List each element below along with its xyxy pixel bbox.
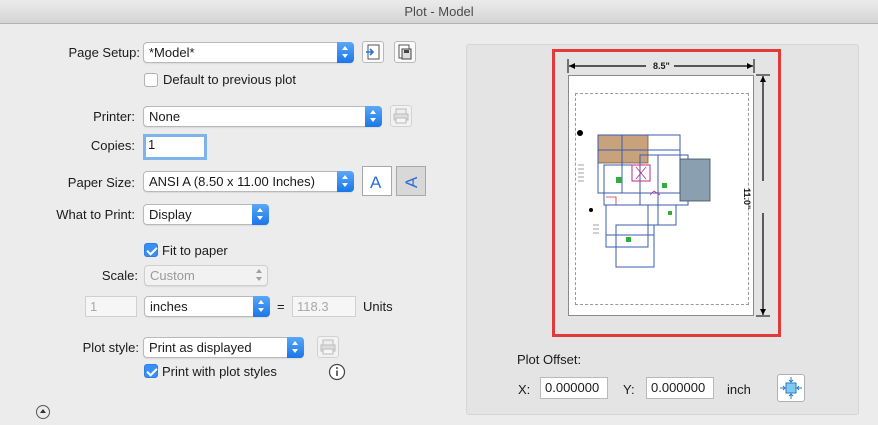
paper-size-value: ANSI A (8.50 x 11.00 Inches) xyxy=(149,174,315,189)
paper-size-select[interactable]: ANSI A (8.50 x 11.00 Inches) xyxy=(143,171,354,192)
what-to-print-select[interactable]: Display xyxy=(143,204,269,225)
floor-plan-drawing xyxy=(577,130,711,268)
offset-x-input[interactable]: 0.000000 xyxy=(540,377,608,399)
landscape-icon: A xyxy=(402,176,421,188)
info-icon[interactable] xyxy=(328,363,346,381)
printer-value: None xyxy=(149,109,181,124)
center-plot-button[interactable] xyxy=(777,374,805,402)
portrait-orientation-button[interactable]: A xyxy=(362,166,392,196)
page-setup-value: *Model* xyxy=(149,45,195,60)
scale-unit-value: inches xyxy=(150,299,188,314)
printer-icon xyxy=(393,108,409,124)
what-to-print-label: What to Print: xyxy=(56,207,135,222)
select-arrows-icon xyxy=(365,106,382,127)
scale-left-input[interactable]: 1 xyxy=(85,296,137,317)
height-dimension-line xyxy=(756,74,770,317)
what-to-print-value: Display xyxy=(149,207,192,222)
scale-right-input[interactable]: 118.3 xyxy=(292,296,356,317)
save-page-setup-button[interactable] xyxy=(394,41,416,63)
select-arrows-icon xyxy=(252,204,269,225)
width-dimension-label: 8.5" xyxy=(653,61,670,71)
plot-style-edit-button[interactable] xyxy=(317,336,339,358)
height-dimension-label: 11.0" xyxy=(742,188,752,210)
window-title: Plot - Model xyxy=(0,0,878,24)
select-arrows-icon xyxy=(287,337,304,358)
scale-units-label: Units xyxy=(363,299,393,314)
portrait-icon: A xyxy=(370,173,382,192)
fit-to-paper-label: Fit to paper xyxy=(162,243,228,258)
import-icon xyxy=(366,44,380,60)
scale-value: Custom xyxy=(150,268,195,283)
print-with-plot-styles-checkbox[interactable] xyxy=(144,364,158,378)
select-arrows-icon xyxy=(337,171,354,192)
landscape-orientation-button[interactable]: A xyxy=(396,166,426,196)
scale-equals-sign: = xyxy=(277,299,285,314)
offset-y-input[interactable]: 0.000000 xyxy=(646,377,714,399)
select-arrows-icon xyxy=(251,265,268,286)
default-previous-label: Default to previous plot xyxy=(163,72,296,87)
collapse-options-button[interactable] xyxy=(36,405,50,419)
plot-style-label: Plot style: xyxy=(82,340,139,355)
printer-label: Printer: xyxy=(93,109,135,124)
page-setup-label: Page Setup: xyxy=(68,45,140,60)
paper-size-label: Paper Size: xyxy=(67,175,135,190)
select-arrows-icon xyxy=(337,42,354,63)
plot-style-value: Print as displayed xyxy=(149,340,252,355)
offset-unit-label: inch xyxy=(727,382,751,397)
printer-select[interactable]: None xyxy=(143,106,382,127)
default-previous-checkbox[interactable] xyxy=(144,73,158,87)
fit-to-paper-checkbox[interactable] xyxy=(144,243,158,257)
printer-icon xyxy=(320,339,336,355)
scale-unit-select[interactable]: inches xyxy=(144,296,270,317)
print-with-plot-styles-label: Print with plot styles xyxy=(162,364,277,379)
import-page-setup-button[interactable] xyxy=(362,41,384,63)
select-arrows-icon xyxy=(253,296,270,317)
offset-y-label: Y: xyxy=(623,382,635,397)
plot-style-select[interactable]: Print as displayed xyxy=(143,337,304,358)
offset-x-label: X: xyxy=(518,382,531,397)
scale-select[interactable]: Custom xyxy=(144,265,268,286)
plot-offset-title: Plot Offset: xyxy=(517,352,582,367)
svg-text:A: A xyxy=(370,173,382,192)
copies-input[interactable]: 1 xyxy=(143,134,207,160)
svg-text:A: A xyxy=(402,176,421,188)
printer-properties-button[interactable] xyxy=(390,105,412,127)
center-plot-icon xyxy=(780,377,802,399)
page-setup-select[interactable]: *Model* xyxy=(143,42,354,63)
save-icon xyxy=(398,44,412,60)
scale-label: Scale: xyxy=(101,268,138,283)
copies-label: Copies: xyxy=(90,138,135,153)
